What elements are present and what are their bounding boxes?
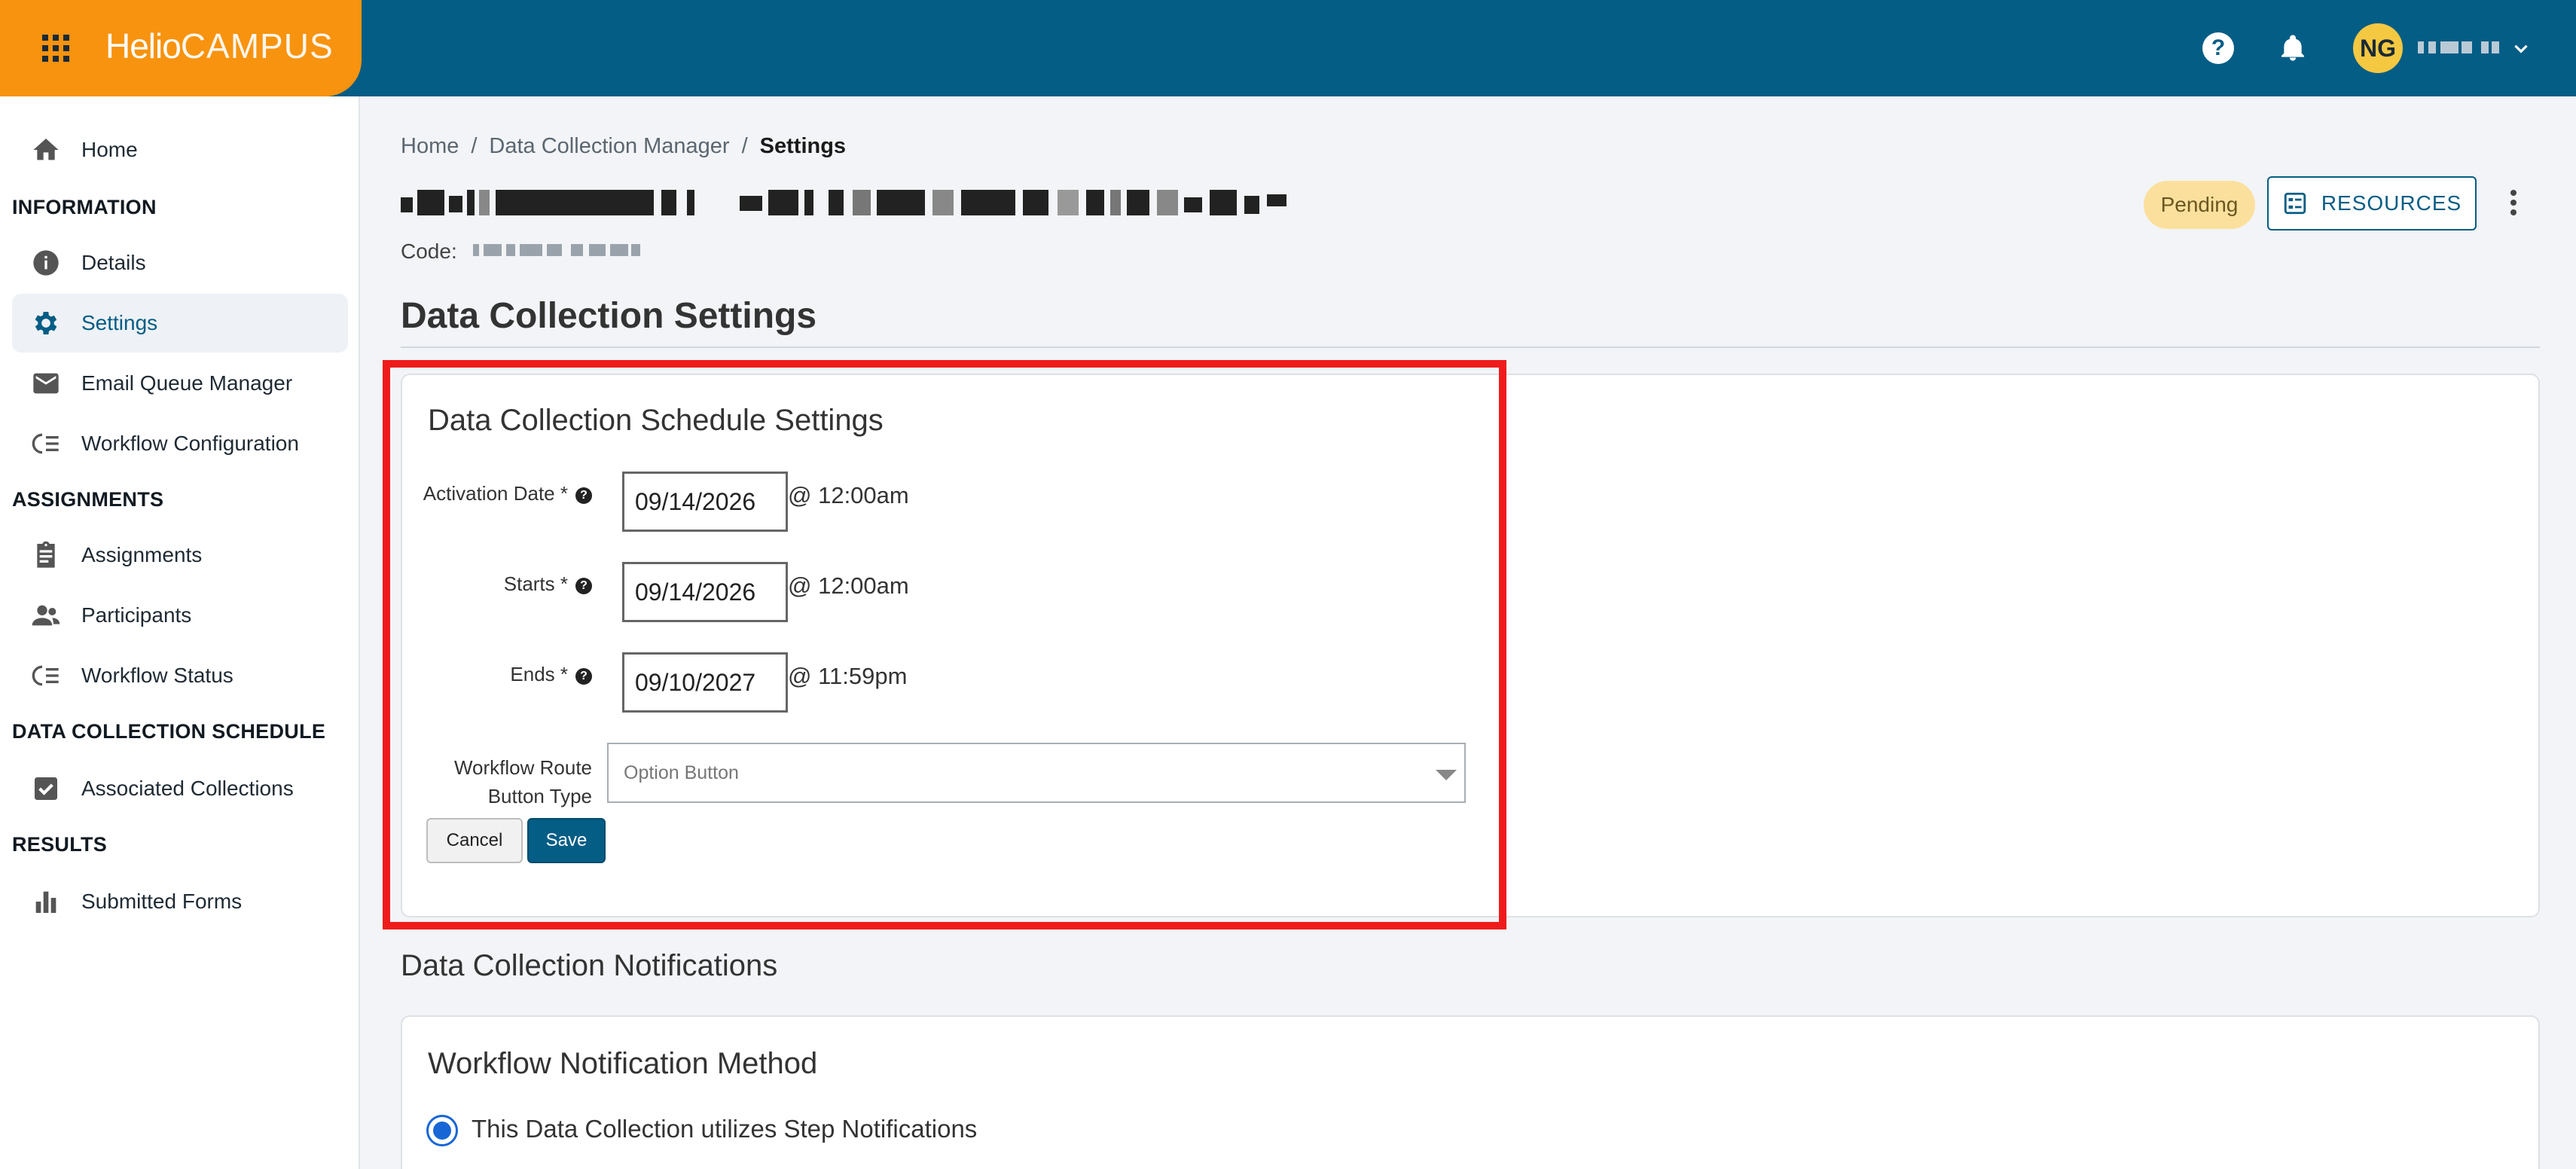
sidebar-item-participants[interactable]: Participants (12, 586, 348, 645)
highlight-box (383, 360, 1506, 929)
people-icon (30, 600, 62, 631)
notification-method-title: Workflow Notification Method (428, 1047, 818, 1080)
gear-icon (30, 307, 62, 339)
chevron-down-icon[interactable] (2511, 38, 2531, 58)
avatar[interactable]: NG (2353, 23, 2403, 73)
sidebar-item-label: Email Queue Manager (81, 371, 293, 395)
resources-label: RESOURCES (2321, 191, 2462, 215)
sidebar-item-home[interactable]: Home (12, 121, 348, 179)
sidebar-item-label: Home (81, 138, 138, 161)
resources-button[interactable]: RESOURCES (2267, 176, 2477, 230)
top-app-bar: HelioCAMPUS ? NG (0, 0, 2576, 96)
notification-method-card: Workflow Notification Method (401, 1015, 2540, 1169)
home-icon (30, 134, 62, 166)
breadcrumb-separator: / (471, 134, 478, 158)
info-icon (30, 247, 62, 279)
email-icon (30, 368, 62, 399)
sidebar-item-assignments[interactable]: Assignments (12, 526, 348, 584)
breadcrumb-separator: / (741, 134, 748, 158)
code-label: Code: (401, 240, 457, 263)
sidebar-item-label: Settings (81, 311, 158, 334)
bar-chart-icon (30, 886, 62, 917)
sidebar-item-label: Associated Collections (81, 777, 294, 800)
sidebar-item-label: Workflow Configuration (81, 432, 299, 455)
sidebar-item-associated-collections[interactable]: Associated Collections (12, 759, 348, 818)
sidebar-item-workflow-status[interactable]: Workflow Status (12, 646, 348, 705)
sidebar-item-label: Assignments (81, 543, 203, 566)
logo[interactable]: HelioCAMPUS (105, 26, 334, 66)
sidebar-section-data-collection-schedule: DATA COLLECTION SCHEDULE (12, 720, 326, 743)
notifications-section-title: Data Collection Notifications (401, 949, 778, 982)
checkbox-icon (30, 773, 62, 804)
code-value-redacted (473, 243, 640, 259)
clipboard-icon (30, 539, 62, 571)
brand-area: HelioCAMPUS (0, 0, 362, 96)
more-options-icon[interactable] (2504, 185, 2523, 220)
breadcrumb: Home / Data Collection Manager / Settings (401, 134, 846, 159)
collection-title-redacted (401, 185, 1290, 218)
top-actions: ? NG (2202, 21, 2531, 75)
sidebar-item-label: Details (81, 251, 146, 274)
user-name-redacted[interactable] (2418, 41, 2501, 55)
sidebar-item-submitted-forms[interactable]: Submitted Forms (12, 872, 348, 931)
breadcrumb-parent[interactable]: Data Collection Manager (489, 134, 729, 158)
sidebar-item-label: Submitted Forms (81, 890, 243, 913)
divider (401, 346, 2540, 348)
step-notifications-label[interactable]: This Data Collection utilizes Step Notif… (472, 1115, 977, 1143)
status-badge: Pending (2144, 181, 2255, 229)
sidebar-section-results: RESULTS (12, 833, 108, 856)
sidebar-item-details[interactable]: Details (12, 233, 348, 292)
sidebar: Home INFORMATION Details Settings Email … (0, 96, 360, 1169)
breadcrumb-home[interactable]: Home (401, 134, 459, 158)
sidebar-item-label: Workflow Status (81, 664, 233, 687)
breadcrumb-current: Settings (759, 134, 847, 158)
workflow-icon (30, 428, 62, 459)
step-notifications-radio[interactable] (426, 1115, 458, 1146)
page-title: Data Collection Settings (401, 296, 817, 336)
app-grid-icon[interactable] (42, 35, 69, 62)
sidebar-item-email-queue-manager[interactable]: Email Queue Manager (12, 354, 348, 413)
sidebar-section-information: INFORMATION (12, 196, 157, 218)
help-icon[interactable]: ? (2202, 32, 2234, 64)
logo-light-text: CAMPUS (180, 26, 334, 66)
bell-icon[interactable] (2278, 32, 2308, 65)
workflow-icon (30, 660, 62, 691)
sidebar-item-settings[interactable]: Settings (12, 294, 348, 353)
sidebar-section-assignments: ASSIGNMENTS (12, 488, 164, 511)
resources-icon (2284, 192, 2306, 215)
sidebar-item-label: Participants (81, 603, 192, 627)
logo-bold-text: Helio (105, 26, 182, 66)
sidebar-item-workflow-configuration[interactable]: Workflow Configuration (12, 414, 348, 473)
